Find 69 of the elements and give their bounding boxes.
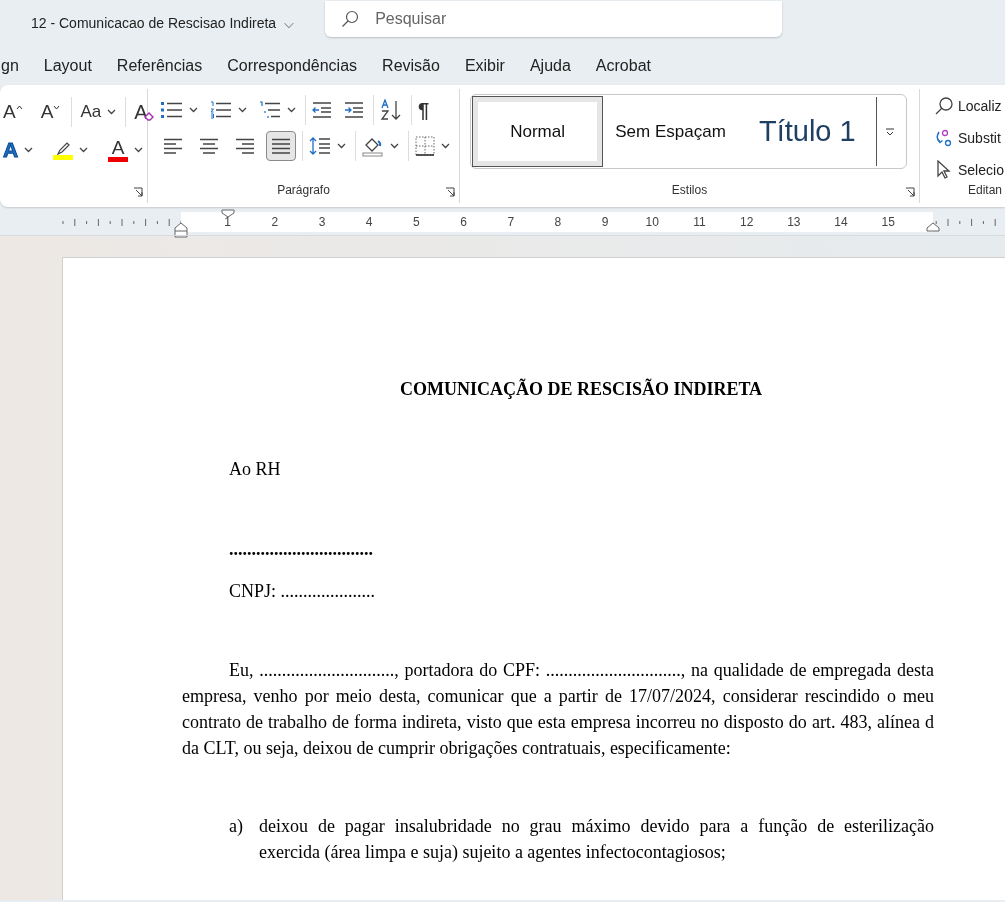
justify-button[interactable]: [266, 131, 296, 161]
dialog-launcher-icon: [905, 187, 915, 197]
caret-icon: [337, 143, 346, 149]
menu-tab[interactable]: Ajuda: [529, 54, 571, 78]
grow-font-button[interactable]: A: [0, 97, 26, 127]
menu-tab[interactable]: Acrobat: [595, 54, 651, 78]
bulleted-list-icon: [161, 101, 183, 119]
style-option[interactable]: Sem Espaçam: [602, 97, 739, 166]
align-center-icon: [199, 138, 219, 154]
menu-tab[interactable]: gn: [1, 54, 19, 78]
caret-icon: [441, 143, 450, 149]
caret-icon: [238, 107, 247, 113]
menu-tab[interactable]: Layout: [43, 54, 92, 78]
show-marks-button[interactable]: ¶: [411, 95, 433, 125]
shrink-font-button[interactable]: A: [37, 97, 64, 127]
group-label: Estilos: [670, 182, 709, 199]
group-label: Editan: [968, 182, 1003, 199]
change-case-button[interactable]: Aa: [71, 97, 120, 127]
numbered-list-icon: [210, 101, 232, 119]
editing-find-button[interactable]: Localiz: [934, 91, 1005, 121]
editing-select-button[interactable]: Selecio: [934, 155, 1005, 185]
decrease-indent-icon: [312, 101, 332, 119]
dialog-launcher-icon: [133, 187, 143, 197]
borders-icon: [415, 136, 435, 156]
left-indent-marker-icon[interactable]: [174, 222, 188, 238]
menu-tab[interactable]: Revisão: [382, 54, 440, 78]
cursor-arrow-icon: [934, 160, 954, 180]
editing-replace-button[interactable]: Substit: [934, 123, 1005, 153]
addressee-line: Ao RH: [228, 458, 282, 481]
caret-icon: [53, 104, 61, 110]
font-color-button[interactable]: A: [105, 135, 147, 165]
dialog-launcher-icon: [445, 187, 455, 197]
body-paragraph: Eu, .............................., portadora do CPF: .............................., na qualidade de empregada desta empresa, venho por meio desta, comunicar que a partir de 17/07/2024, considerar rescindido o meu contrato de trabalho de forma indireta, visto que esta empresa incorreu no disposto do art. 483, alínea d da CLT, ou seja, deixou de cumprir obrigações contratuais, especificamente:: [182, 659, 934, 760]
search-field[interactable]: Pesquisar: [325, 0, 783, 37]
align-right-icon: [235, 138, 255, 154]
document-heading: COMUNICAÇÃO DE RESCISÃO INDIRETA: [398, 377, 764, 401]
caret-icon: [79, 147, 89, 153]
style-option[interactable]: Normal: [473, 97, 603, 166]
text-effects-button[interactable]: A: [0, 135, 37, 165]
cnpj-line: CNPJ: .....................: [228, 580, 377, 603]
replace-icon: [934, 128, 954, 148]
multilevel-list-icon: [259, 101, 281, 119]
align-left-icon: [163, 138, 183, 154]
justify-icon: [271, 138, 291, 154]
sort-icon: [380, 99, 402, 121]
style-option[interactable]: Título 1: [738, 97, 876, 166]
caret-icon: [189, 107, 198, 113]
caret-icon: [107, 109, 117, 115]
list-marker: a): [229, 815, 244, 838]
caret-icon: [390, 143, 399, 149]
menu-tab[interactable]: Referências: [116, 54, 203, 78]
company-name-blank: ................................: [228, 538, 374, 561]
right-indent-marker-icon[interactable]: [926, 222, 940, 232]
document-title[interactable]: 12 - Comunicacao de Rescisao Indireta ⌵: [31, 13, 295, 34]
caret-icon: [24, 147, 34, 153]
caret-up-icon: [15, 104, 23, 110]
line-spacing-icon: [309, 136, 331, 156]
expand-icon: [885, 127, 896, 136]
increase-indent-icon: [344, 101, 364, 119]
list-item-text: deixou de pagar insalubridade no grau máximo devido para a função de esterilização exercida (área limpa e suja) sujeito a agentes infectocontagiosos;: [259, 815, 934, 864]
menu-tab[interactable]: Exibir: [464, 54, 505, 78]
caret-icon: ⌵: [284, 13, 295, 34]
search-icon: [934, 96, 954, 116]
caret-icon: [134, 147, 144, 153]
group-label: Parágrafo: [276, 182, 331, 199]
caret-icon: [287, 107, 296, 113]
first-line-indent-marker-icon[interactable]: [221, 209, 235, 218]
search-icon: [341, 9, 360, 28]
menu-tab[interactable]: Correspondências: [227, 54, 358, 78]
